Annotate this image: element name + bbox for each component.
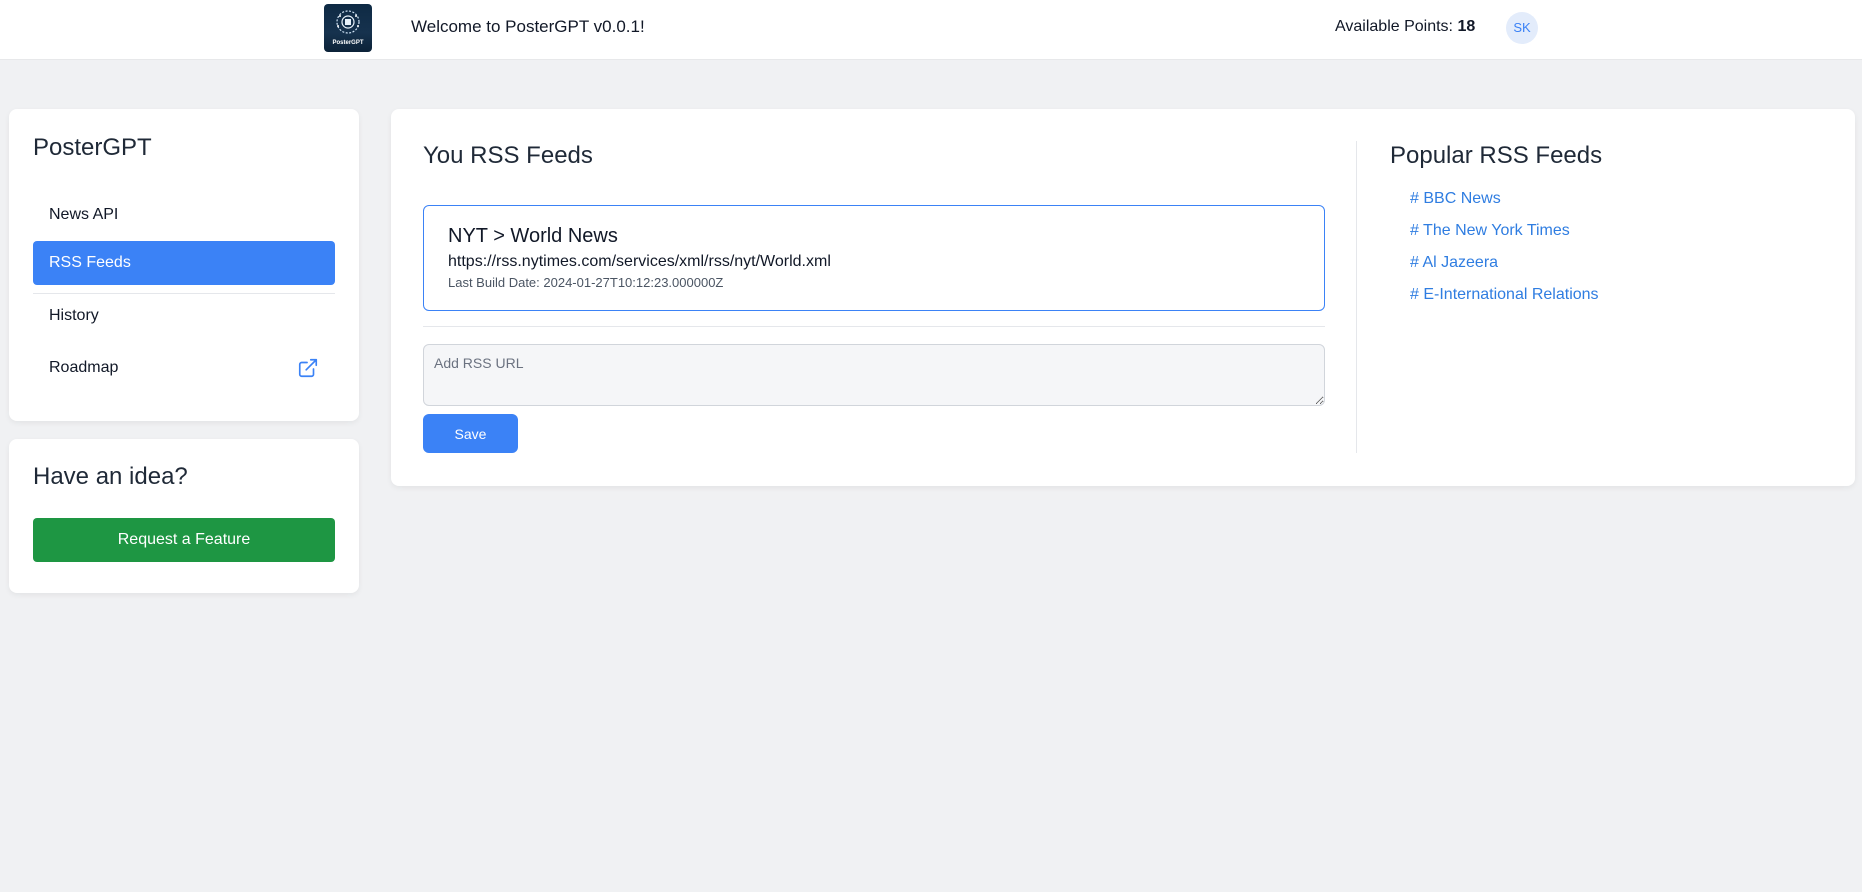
external-link-icon[interactable] <box>297 357 319 379</box>
sidebar-card: PosterGPT News API RSS Feeds History Roa… <box>9 109 359 421</box>
app-logo[interactable]: PosterGPT <box>324 4 372 52</box>
divider <box>423 326 1325 327</box>
sidebar-item-label: News API <box>49 206 119 223</box>
sidebar-item-news-api[interactable]: News API <box>33 193 335 237</box>
logo-text: PosterGPT <box>332 40 364 46</box>
user-avatar[interactable]: SK <box>1506 12 1538 44</box>
idea-title: Have an idea? <box>33 463 188 490</box>
top-header: PosterGPT Welcome to PosterGPT v0.0.1! A… <box>0 0 1862 60</box>
sidebar-item-roadmap[interactable]: Roadmap <box>33 346 335 390</box>
popular-feeds-title: Popular RSS Feeds <box>1390 142 1603 169</box>
idea-card: Have an idea? Request a Feature <box>9 439 359 593</box>
sidebar-item-history[interactable]: History <box>33 294 335 338</box>
sidebar-item-rss-feeds[interactable]: RSS Feeds <box>33 241 335 285</box>
feed-title: NYT > World News <box>448 225 618 247</box>
feed-url: https://rss.nytimes.com/services/xml/rss… <box>448 253 831 270</box>
rss-feed-item[interactable]: NYT > World News https://rss.nytimes.com… <box>423 205 1325 311</box>
save-button[interactable]: Save <box>423 414 518 453</box>
sidebar-item-label: History <box>49 307 99 324</box>
rss-url-input[interactable] <box>423 344 1325 406</box>
request-feature-button[interactable]: Request a Feature <box>33 518 335 562</box>
sidebar-title: PosterGPT <box>33 134 152 161</box>
welcome-message: Welcome to PosterGPT v0.0.1! <box>411 17 645 36</box>
popular-feeds-list: # BBC News # The New York Times # Al Jaz… <box>1410 189 1599 317</box>
column-divider <box>1356 141 1357 453</box>
popular-feed-link-e-ir[interactable]: # E-International Relations <box>1410 286 1599 303</box>
points-label: Available Points: <box>1335 18 1453 35</box>
feed-last-build-date: Last Build Date: 2024-01-27T10:12:23.000… <box>448 275 724 290</box>
popular-feed-link-aljazeera[interactable]: # Al Jazeera <box>1410 254 1498 271</box>
points-value: 18 <box>1457 18 1476 35</box>
main-card: You RSS Feeds NYT > World News https://r… <box>391 109 1855 486</box>
sidebar-item-label: Roadmap <box>49 359 119 376</box>
list-item: # BBC News <box>1410 189 1599 221</box>
page-title: You RSS Feeds <box>423 142 593 169</box>
popular-feed-link-nyt[interactable]: # The New York Times <box>1410 222 1570 239</box>
list-item: # The New York Times <box>1410 221 1599 253</box>
sidebar-item-label: RSS Feeds <box>49 254 131 271</box>
popular-feed-link-bbc[interactable]: # BBC News <box>1410 190 1501 207</box>
list-item: # E-International Relations <box>1410 285 1599 317</box>
list-item: # Al Jazeera <box>1410 253 1599 285</box>
available-points: Available Points: 18 <box>1335 18 1475 36</box>
